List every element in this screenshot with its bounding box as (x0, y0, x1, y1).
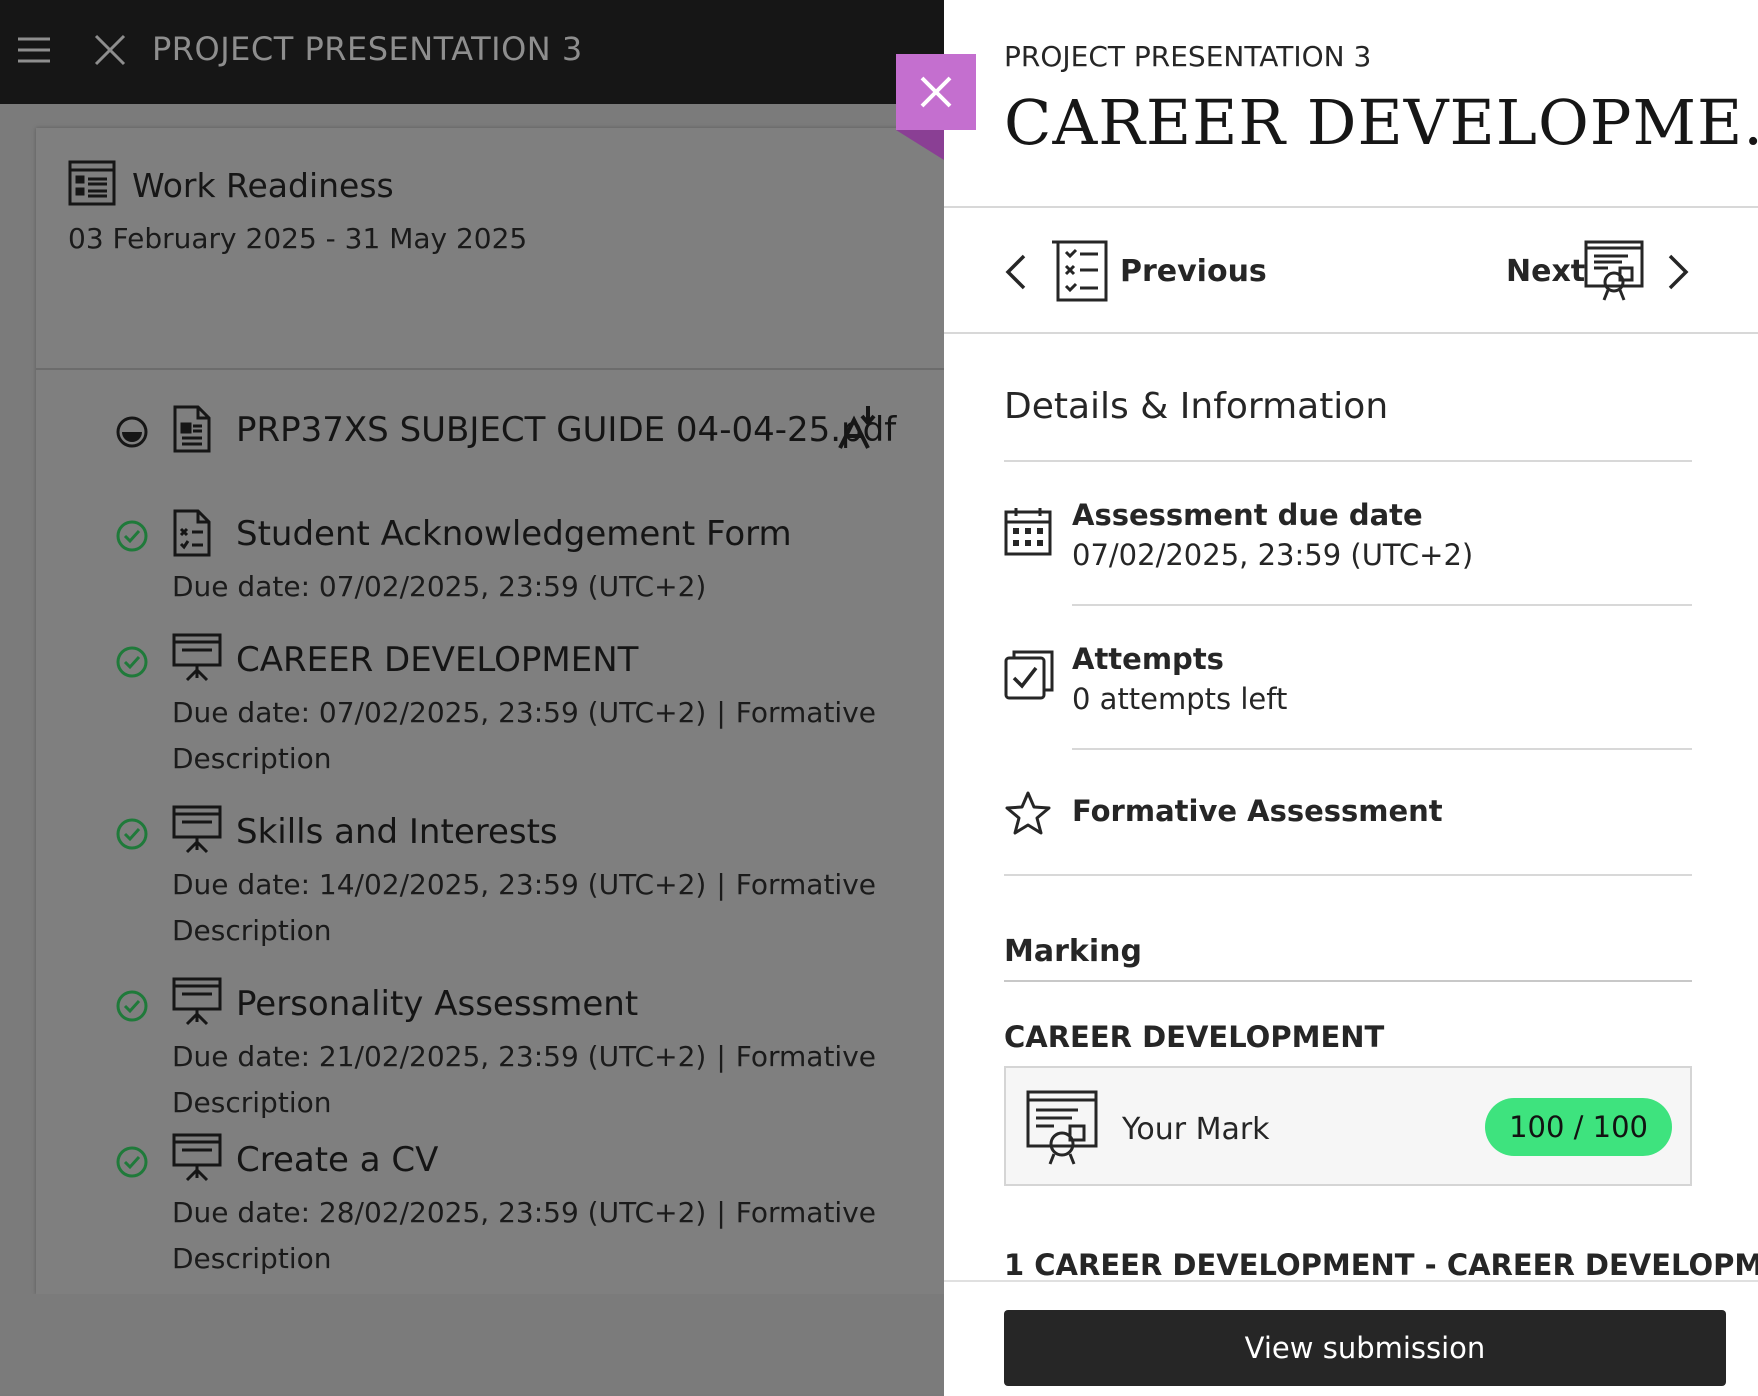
view-submission-button[interactable]: View submission (1004, 1310, 1726, 1386)
divider (1072, 748, 1692, 750)
next-button[interactable]: Next (1506, 236, 1696, 306)
course-outline-icon (68, 160, 116, 210)
item-title[interactable]: Skills and Interests (236, 812, 558, 852)
certificate-icon (1024, 1088, 1100, 1170)
item-tag: Formative (735, 868, 876, 901)
due-date-label: Assessment due date (1072, 498, 1423, 532)
previous-label: Previous (1120, 254, 1267, 289)
presentation-icon (172, 632, 222, 686)
half-complete-icon (116, 416, 148, 452)
calendar-icon (1004, 506, 1052, 560)
item-title[interactable]: Personality Assessment (236, 984, 638, 1024)
divider (1004, 460, 1692, 462)
next-label: Next (1506, 254, 1586, 289)
formative-label: Formative Assessment (1072, 794, 1443, 828)
star-icon (1004, 790, 1052, 840)
item-title[interactable]: CAREER DEVELOPMENT (236, 640, 638, 680)
check-circle-icon (116, 646, 148, 682)
mark-score-badge: 100 / 100 (1485, 1098, 1672, 1156)
course-dates: 03 February 2025 - 31 May 2025 (68, 222, 528, 255)
check-circle-icon (116, 1146, 148, 1182)
presentation-icon (172, 1132, 222, 1186)
chevron-left-icon (1004, 254, 1028, 294)
item-due-date: Due date: 28/02/2025, 23:59 (UTC+2) | Form… (172, 1196, 876, 1229)
divider (944, 332, 1758, 334)
your-mark-card: Your Mark 100 / 100 (1004, 1066, 1692, 1186)
panel-footer: View submission (944, 1280, 1758, 1396)
course-header: Work Readiness 03 February 2025 - 31 May… (36, 128, 944, 370)
divider (1004, 874, 1692, 876)
assessment-detail-panel: PROJECT PRESENTATION 3 CAREER DEVELOPME.… (944, 0, 1758, 1396)
check-circle-icon (116, 818, 148, 854)
content-item-acknowledgement[interactable]: Student Acknowledgement Form Due date: 0… (36, 508, 944, 618)
form-icon (172, 508, 212, 562)
content-item-skills[interactable]: Skills and Interests Due date: 14/02/202… (36, 804, 944, 966)
content-item-subject-guide[interactable]: PRP37XS SUBJECT GUIDE 04-04-25.pdf (36, 404, 944, 474)
download-icon[interactable] (836, 404, 880, 454)
check-circle-icon (116, 520, 148, 556)
rubric-title: CAREER DEVELOPMENT (1004, 1020, 1385, 1054)
course-card: Work Readiness 03 February 2025 - 31 May… (36, 128, 944, 1294)
previous-button[interactable]: Previous (1004, 236, 1267, 306)
item-title[interactable]: PRP37XS SUBJECT GUIDE 04-04-25.pdf (236, 410, 896, 450)
close-tab-fold (896, 130, 944, 160)
close-icon (918, 74, 954, 114)
divider (1004, 980, 1692, 982)
check-circle-icon (116, 990, 148, 1026)
item-description-link[interactable]: Description (172, 742, 331, 775)
item-description-link[interactable]: Description (172, 1086, 331, 1119)
item-description-link[interactable]: Description (172, 1242, 331, 1275)
course-breadcrumb-title: PROJECT PRESENTATION 3 (152, 30, 583, 68)
close-icon[interactable] (94, 34, 126, 70)
presentation-icon (172, 976, 222, 1030)
item-due-date: Due date: 07/02/2025, 23:59 (UTC+2) (172, 570, 707, 603)
item-tag: Formative (735, 1040, 876, 1073)
item-tag: Formative (735, 1196, 876, 1229)
checklist-icon (1050, 240, 1108, 306)
item-due-date: Due date: 21/02/2025, 23:59 (UTC+2) | Form… (172, 1040, 876, 1073)
attempts-label: Attempts (1072, 642, 1224, 676)
certificate-icon (1584, 238, 1644, 306)
content-footer-area (0, 1294, 944, 1394)
item-description-link[interactable]: Description (172, 914, 331, 947)
panel-course-title: PROJECT PRESENTATION 3 (1004, 40, 1372, 73)
panel-title: CAREER DEVELOPME... (1004, 86, 1758, 159)
item-due-date: Due date: 14/02/2025, 23:59 (UTC+2) | Form… (172, 868, 876, 901)
due-date-value: 07/02/2025, 23:59 (UTC+2) (1072, 538, 1474, 572)
content-item-career-development[interactable]: CAREER DEVELOPMENT Due date: 07/02/2025,… (36, 632, 944, 794)
item-due-date: Due date: 07/02/2025, 23:59 (UTC+2) | Form… (172, 696, 876, 729)
attempts-icon (1004, 648, 1054, 704)
document-icon (172, 404, 212, 458)
item-tag: Formative (735, 696, 876, 729)
marking-label: Marking (1004, 934, 1142, 969)
hamburger-icon[interactable] (18, 36, 50, 68)
close-panel-button[interactable] (896, 54, 976, 130)
details-section-title: Details & Information (1004, 386, 1389, 427)
presentation-icon (172, 804, 222, 858)
content-item-create-cv[interactable]: Create a CV Due date: 28/02/2025, 23:59 … (36, 1132, 944, 1294)
top-bar: PROJECT PRESENTATION 3 (0, 0, 944, 104)
course-title[interactable]: Work Readiness (132, 166, 394, 205)
attempts-value: 0 attempts left (1072, 682, 1288, 716)
criterion-title: 1 CAREER DEVELOPMENT - CAREER DEVELOPMEN… (1004, 1248, 1758, 1282)
divider (1072, 604, 1692, 606)
content-item-personality[interactable]: Personality Assessment Due date: 21/02/2… (36, 976, 944, 1138)
your-mark-label: Your Mark (1122, 1112, 1270, 1147)
chevron-right-icon (1666, 254, 1690, 294)
item-title[interactable]: Create a CV (236, 1140, 438, 1180)
item-title[interactable]: Student Acknowledgement Form (236, 514, 792, 554)
divider (944, 206, 1758, 208)
